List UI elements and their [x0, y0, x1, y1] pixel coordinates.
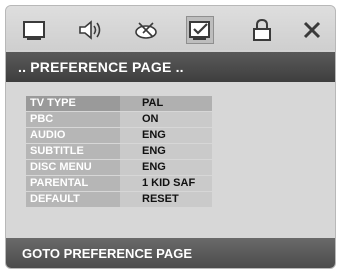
setting-value: 1 KID SAF — [120, 176, 212, 191]
setting-value: ENG — [120, 144, 212, 159]
speaker-audio-icon[interactable] — [76, 16, 104, 44]
setting-label: DEFAULT — [26, 192, 120, 207]
preference-check-icon[interactable] — [186, 16, 214, 44]
setting-label: SUBTITLE — [26, 144, 120, 159]
dolby-decoder-icon[interactable] — [132, 16, 160, 44]
padlock-icon[interactable] — [248, 16, 276, 44]
setting-row-parental[interactable]: PARENTAL 1 KID SAF — [26, 176, 212, 191]
settings-panel: TV TYPE PAL PBC ON AUDIO ENG SUBTITLE EN… — [6, 82, 335, 238]
close-icon[interactable] — [298, 16, 326, 44]
setting-value: PAL — [120, 96, 212, 111]
setting-row-disc-menu[interactable]: DISC MENU ENG — [26, 160, 212, 175]
setting-value: ENG — [120, 160, 212, 175]
setting-row-pbc[interactable]: PBC ON — [26, 112, 212, 127]
setting-row-audio[interactable]: AUDIO ENG — [26, 128, 212, 143]
setting-label: TV TYPE — [26, 96, 120, 111]
setting-label: AUDIO — [26, 128, 120, 143]
setting-value: RESET — [120, 192, 212, 207]
setup-icon-bar — [6, 6, 335, 50]
tv-screen-icon[interactable] — [20, 16, 48, 44]
settings-list: TV TYPE PAL PBC ON AUDIO ENG SUBTITLE EN… — [26, 96, 212, 208]
setting-value: ENG — [120, 128, 212, 143]
setting-row-default[interactable]: DEFAULT RESET — [26, 192, 212, 207]
page-title: .. PREFERENCE PAGE .. — [6, 52, 335, 82]
setting-label: PARENTAL — [26, 176, 120, 191]
dvd-setup-screen: .. PREFERENCE PAGE .. TV TYPE PAL PBC ON… — [0, 0, 344, 273]
setup-menu-frame: .. PREFERENCE PAGE .. TV TYPE PAL PBC ON… — [5, 5, 336, 269]
status-bar: GOTO PREFERENCE PAGE — [6, 238, 335, 268]
setting-row-subtitle[interactable]: SUBTITLE ENG — [26, 144, 212, 159]
setting-label: DISC MENU — [26, 160, 120, 175]
setting-row-tv-type[interactable]: TV TYPE PAL — [26, 96, 212, 111]
setting-value: ON — [120, 112, 212, 127]
setting-label: PBC — [26, 112, 120, 127]
